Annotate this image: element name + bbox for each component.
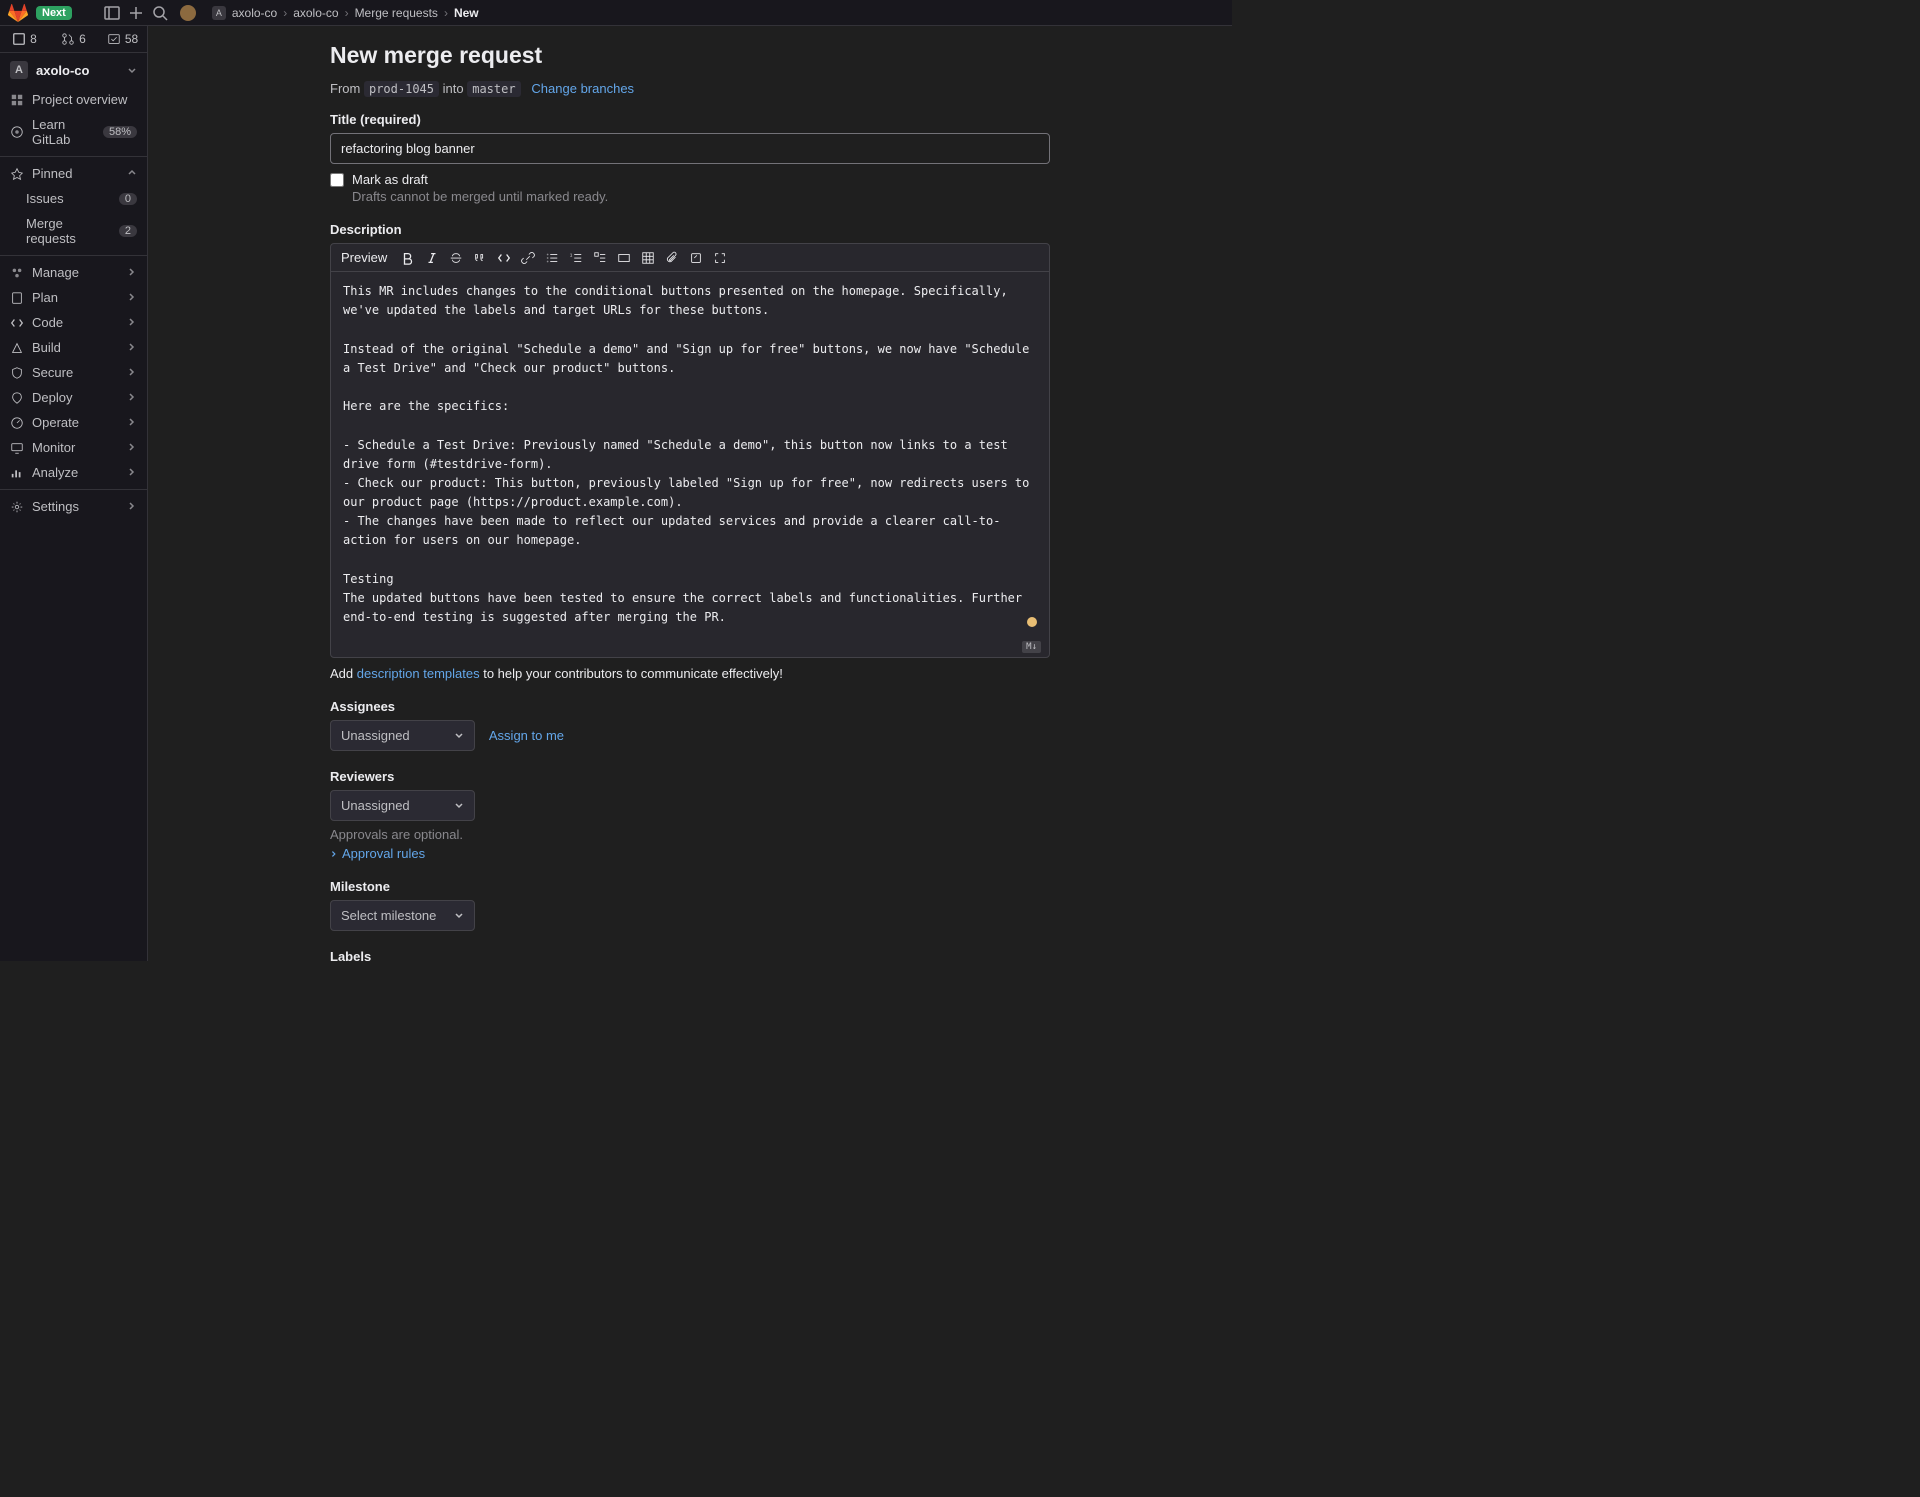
assign-to-me-link[interactable]: Assign to me [489, 728, 564, 743]
approval-rules-link[interactable]: Approval rules [330, 846, 425, 861]
draft-checkbox[interactable] [330, 173, 344, 187]
italic-icon[interactable] [425, 251, 439, 265]
quick-icon[interactable] [689, 251, 703, 265]
ol-icon[interactable]: 1 [569, 251, 583, 265]
nav-secure[interactable]: Secure [0, 360, 147, 385]
title-label: Title (required) [330, 112, 1050, 127]
attach-icon[interactable] [665, 251, 679, 265]
project-header[interactable]: A axolo-co [0, 53, 147, 87]
nav-learn[interactable]: Learn GitLab58% [0, 112, 147, 152]
svg-text:1: 1 [570, 252, 573, 257]
bold-icon[interactable] [401, 251, 415, 265]
tab-mrs[interactable]: 6 [49, 26, 98, 52]
desc-templates-link[interactable]: description templates [357, 666, 480, 681]
page-title: New merge request [330, 42, 1050, 69]
reviewers-dropdown[interactable]: Unassigned [330, 790, 475, 821]
nav-issues[interactable]: Issues0 [0, 186, 147, 211]
task-icon[interactable] [593, 251, 607, 265]
breadcrumb-item[interactable]: axolo-co [232, 6, 277, 20]
sidebar: 8 6 58 A axolo-co Project overview Learn… [0, 26, 148, 961]
emoji-icon[interactable] [1027, 617, 1037, 627]
desc-templates-hint: Add description templates to help your c… [330, 666, 1050, 681]
nav-plan[interactable]: Plan [0, 285, 147, 310]
description-label: Description [330, 222, 1050, 237]
labels-label: Labels [330, 949, 1050, 961]
collapse-icon[interactable] [617, 251, 631, 265]
assignees-dropdown[interactable]: Unassigned [330, 720, 475, 751]
nav-build[interactable]: Build [0, 335, 147, 360]
breadcrumb: A axolo-co › axolo-co › Merge requests ›… [212, 6, 479, 20]
into-branch: master [467, 81, 520, 97]
nav-merge-requests[interactable]: Merge requests2 [0, 211, 147, 251]
nav-analyze[interactable]: Analyze [0, 460, 147, 485]
search-icon[interactable] [152, 5, 168, 21]
title-input[interactable] [330, 133, 1050, 164]
nav-operate[interactable]: Operate [0, 410, 147, 435]
gitlab-logo[interactable] [8, 3, 28, 23]
nav-deploy[interactable]: Deploy [0, 385, 147, 410]
nav-monitor[interactable]: Monitor [0, 435, 147, 460]
code-icon[interactable] [497, 251, 511, 265]
topbar: Next A axolo-co › axolo-co › Merge reque… [0, 0, 1232, 26]
markdown-badge[interactable]: M↓ [1022, 641, 1041, 653]
preview-tab[interactable]: Preview [341, 250, 387, 265]
change-branches-link[interactable]: Change branches [531, 81, 634, 96]
tab-todos[interactable]: 58 [98, 26, 147, 52]
link-icon[interactable] [521, 251, 535, 265]
sidebar-toggle-icon[interactable] [104, 5, 120, 21]
breadcrumb-current: New [454, 6, 479, 20]
nav-pinned[interactable]: Pinned [0, 161, 147, 186]
strike-icon[interactable] [449, 251, 463, 265]
breadcrumb-item[interactable]: axolo-co [293, 6, 338, 20]
ul-icon[interactable] [545, 251, 559, 265]
table-icon[interactable] [641, 251, 655, 265]
nav-settings[interactable]: Settings [0, 494, 147, 519]
branch-info: From prod-1045 into master Change branch… [330, 81, 1050, 96]
fullscreen-icon[interactable] [713, 251, 727, 265]
nav-overview[interactable]: Project overview [0, 87, 147, 112]
milestone-label: Milestone [330, 879, 1050, 894]
quote-icon[interactable] [473, 251, 487, 265]
approvals-optional: Approvals are optional. [330, 827, 1050, 842]
group-avatar-icon: A [212, 6, 226, 20]
assignees-label: Assignees [330, 699, 1050, 714]
user-avatar[interactable] [180, 5, 196, 21]
plus-icon[interactable] [128, 5, 144, 21]
nav-manage[interactable]: Manage [0, 260, 147, 285]
nav-code[interactable]: Code [0, 310, 147, 335]
reviewers-label: Reviewers [330, 769, 1050, 784]
draft-label: Mark as draft [352, 172, 428, 187]
draft-hint: Drafts cannot be merged until marked rea… [352, 189, 1050, 204]
tab-issues[interactable]: 8 [0, 26, 49, 52]
milestone-dropdown[interactable]: Select milestone [330, 900, 475, 931]
breadcrumb-item[interactable]: Merge requests [355, 6, 438, 20]
description-editor: Preview 1 [330, 243, 1050, 658]
from-branch: prod-1045 [364, 81, 439, 97]
next-badge: Next [36, 6, 72, 20]
description-textarea[interactable]: This MR includes changes to the conditio… [331, 272, 1049, 637]
